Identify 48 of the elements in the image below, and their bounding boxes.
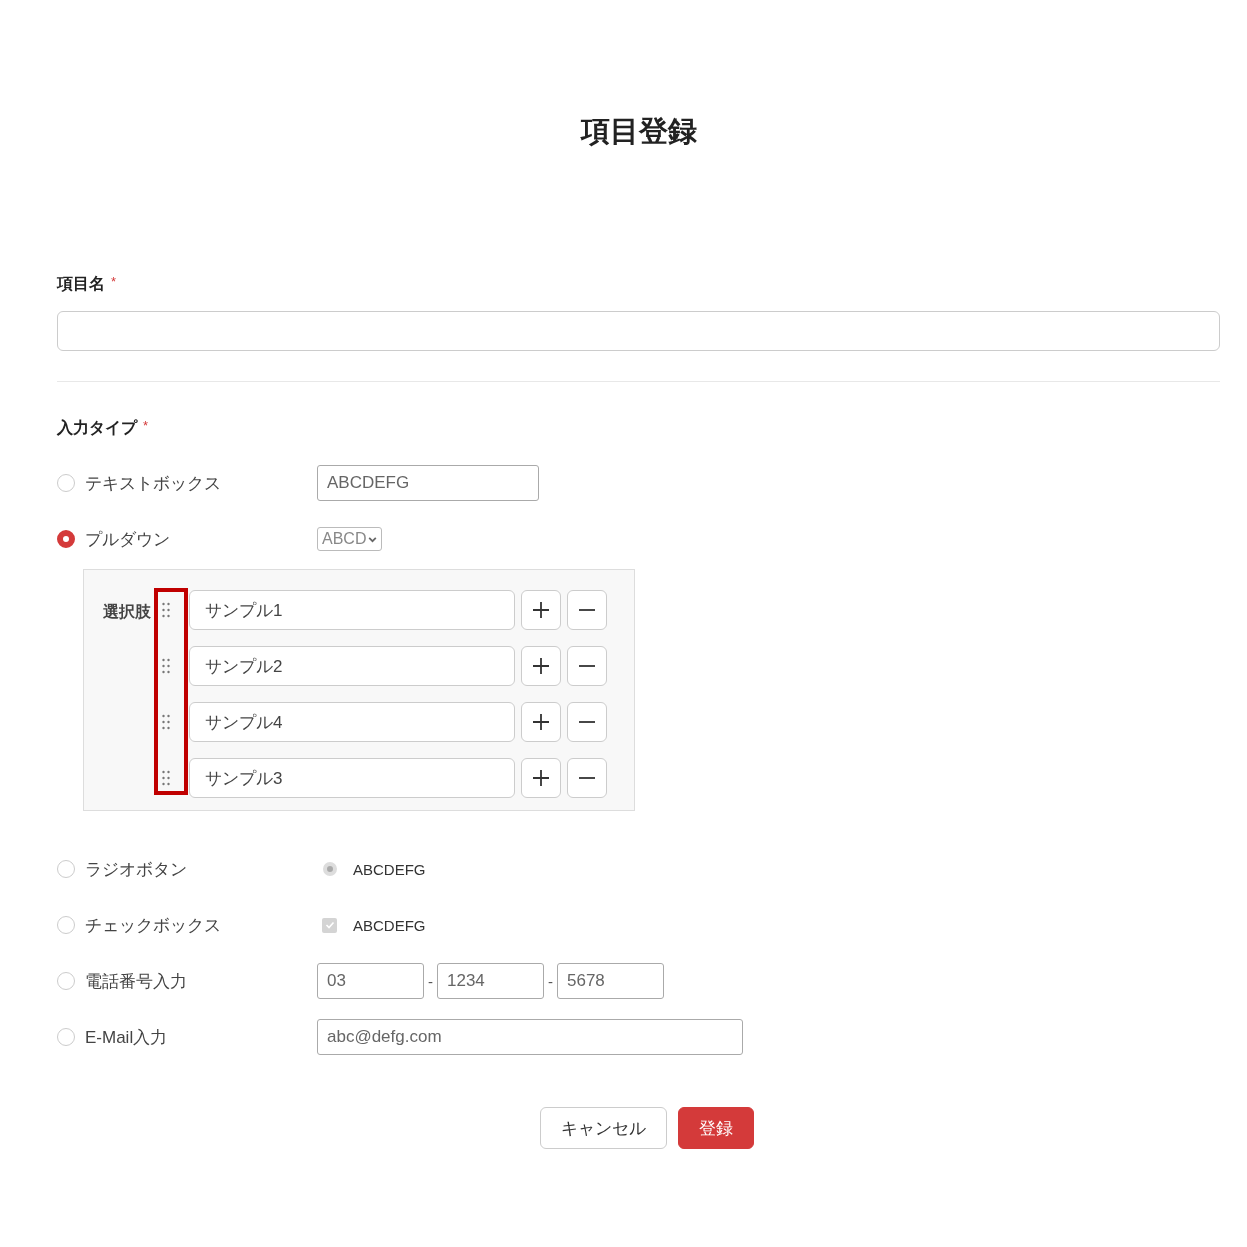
- sample-phone-field: 5678: [557, 963, 664, 999]
- sample-email-field: abc@defg.com: [317, 1019, 743, 1055]
- remove-button[interactable]: [567, 590, 607, 630]
- remove-button[interactable]: [567, 646, 607, 686]
- item-name-field[interactable]: [57, 311, 1220, 351]
- sample-option-label: ABCDEFG: [353, 860, 426, 878]
- type-label: チェックボックス: [85, 914, 221, 937]
- type-label: E-Mail入力: [85, 1026, 168, 1049]
- plus-icon: [531, 712, 551, 732]
- register-button[interactable]: 登録: [677, 1107, 754, 1149]
- add-button[interactable]: [521, 702, 561, 742]
- remove-button[interactable]: [567, 702, 607, 742]
- sample-phone-field: 1234: [437, 963, 544, 999]
- required-mark: *: [111, 274, 117, 291]
- choice-field[interactable]: サンプル2: [189, 646, 515, 686]
- type-label: プルダウン: [85, 528, 170, 551]
- choice-field[interactable]: サンプル4: [189, 702, 515, 742]
- add-button[interactable]: [521, 646, 561, 686]
- minus-icon: [579, 609, 595, 611]
- plus-icon: [531, 600, 551, 620]
- sample-phone-field: 03: [317, 963, 424, 999]
- plus-icon: [531, 768, 551, 788]
- radio-button[interactable]: [57, 530, 75, 548]
- required-mark: *: [143, 418, 149, 435]
- plus-icon: [531, 656, 551, 676]
- add-button[interactable]: [521, 590, 561, 630]
- page-title: 項目登録: [579, 114, 698, 149]
- minus-icon: [579, 665, 595, 667]
- choices-label: 選択肢: [103, 602, 152, 622]
- separator: -: [548, 972, 553, 990]
- cancel-button[interactable]: キャンセル: [539, 1107, 667, 1149]
- choice-field[interactable]: サンプル1: [189, 590, 515, 630]
- field-label: 入力タイプ: [57, 418, 137, 438]
- type-label: テキストボックス: [85, 472, 221, 495]
- drag-handle-icon[interactable]: [161, 714, 171, 730]
- choice-field[interactable]: サンプル3: [189, 758, 515, 798]
- drag-handle-icon[interactable]: [161, 770, 171, 786]
- remove-button[interactable]: [567, 758, 607, 798]
- type-label: 電話番号入力: [85, 970, 187, 993]
- field-label: 項目名: [57, 274, 105, 294]
- add-button[interactable]: [521, 758, 561, 798]
- drag-handle-icon[interactable]: [161, 658, 171, 674]
- minus-icon: [579, 721, 595, 723]
- separator: -: [428, 972, 433, 990]
- sample-option-label: ABCDEFG: [353, 916, 426, 934]
- type-label: ラジオボタン: [85, 858, 187, 881]
- minus-icon: [579, 777, 595, 779]
- drag-handle-icon[interactable]: [161, 602, 171, 618]
